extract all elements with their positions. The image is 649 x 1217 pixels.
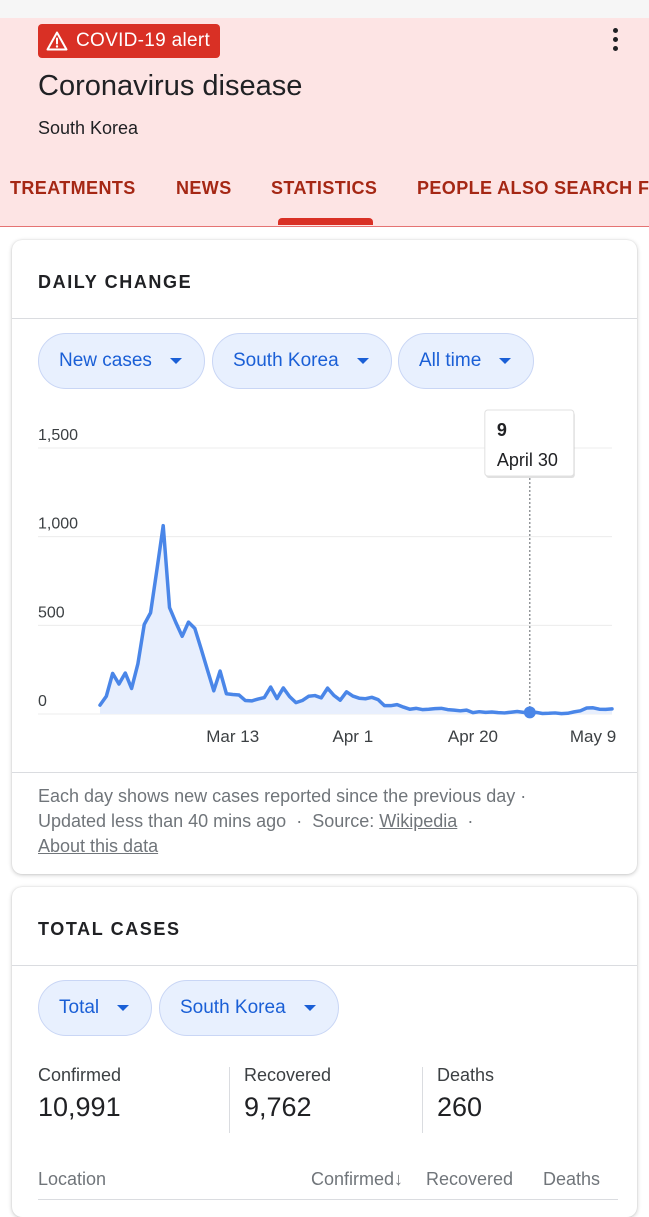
range-dropdown[interactable]: All time	[398, 333, 535, 389]
caret-down-icon	[303, 1005, 316, 1011]
column-header-deaths[interactable]: Deaths	[543, 1169, 600, 1190]
divider	[12, 318, 637, 319]
total-cases-card: TOTAL CASES Total South Korea Confirmed …	[12, 887, 637, 1217]
stat-recovered: Recovered 9,762	[244, 1065, 331, 1123]
daily-change-chart[interactable]: 0 500 1,000 1,500 Mar 13 Apr 1 Apr 20 May 9 9 Apr…	[12, 400, 637, 770]
location-dropdown[interactable]: South Korea	[212, 333, 392, 389]
separator-dot: ·	[291, 811, 308, 831]
stat-separator	[422, 1067, 423, 1133]
caret-down-icon	[356, 358, 369, 364]
page-title: Coronavirus disease	[38, 70, 303, 102]
source-label: Source:	[312, 811, 375, 831]
tab-news[interactable]: NEWS	[176, 178, 232, 199]
caret-down-icon	[117, 1005, 130, 1011]
series-area-fill	[100, 525, 612, 714]
stat-value: 260	[437, 1092, 483, 1122]
warning-icon	[46, 31, 68, 51]
updated-text: Updated less than 40 mins ago	[38, 811, 287, 831]
divider	[12, 772, 637, 773]
column-header-confirmed[interactable]: Confirmed↓	[311, 1169, 403, 1190]
stat-label: Recovered	[244, 1065, 332, 1085]
x-tick-label: May 9	[570, 727, 616, 746]
metric-dropdown[interactable]: New cases	[38, 333, 205, 389]
stat-label: Deaths	[437, 1065, 495, 1085]
y-tick-label: 0	[38, 693, 47, 710]
alert-label: COVID-19 alert	[76, 30, 211, 51]
total-metric-dropdown[interactable]: Total	[38, 980, 153, 1036]
chart-footnote: Each day shows new cases reported since …	[38, 784, 618, 859]
highlight-point	[523, 706, 536, 719]
wikipedia-link[interactable]: Wikipedia	[379, 811, 457, 831]
stat-confirmed: Confirmed 10,991	[38, 1065, 121, 1123]
daily-change-title: DAILY CHANGE	[38, 272, 193, 292]
tab-statistics[interactable]: STATISTICS	[271, 178, 377, 199]
stat-separator	[229, 1067, 230, 1133]
covid-alert-badge[interactable]: COVID-19 alert	[38, 24, 221, 58]
total-metric-label: Total	[59, 997, 100, 1018]
location-dropdown-label: South Korea	[233, 350, 339, 371]
status-strip	[0, 0, 649, 19]
active-tab-indicator	[278, 218, 373, 225]
y-tick-label: 1,000	[38, 516, 78, 533]
column-header-recovered[interactable]: Recovered	[426, 1169, 513, 1190]
column-header-location[interactable]: Location	[38, 1169, 106, 1190]
y-tick-label: 1,500	[38, 427, 78, 444]
tooltip-date: April 30	[497, 450, 558, 470]
stat-value: 9,762	[244, 1092, 312, 1122]
column-header-label: Confirmed	[311, 1169, 395, 1189]
divider	[12, 965, 637, 966]
x-tick-label: Apr 1	[333, 727, 374, 746]
y-tick-label: 500	[38, 604, 65, 621]
x-tick-label: Apr 20	[448, 727, 498, 746]
metric-dropdown-label: New cases	[59, 350, 152, 371]
stat-deaths: Deaths 260	[437, 1065, 494, 1123]
page-subtitle: South Korea	[38, 118, 139, 138]
total-location-label: South Korea	[180, 997, 286, 1018]
total-cases-title: TOTAL CASES	[38, 919, 181, 939]
covid-header: COVID-19 alert Coronavirus disease South…	[0, 18, 649, 227]
more-options-icon[interactable]	[604, 24, 626, 54]
footnote-description: Each day shows new cases reported since …	[38, 786, 527, 806]
stat-label: Confirmed	[38, 1065, 122, 1085]
stat-value: 10,991	[38, 1092, 121, 1122]
range-dropdown-label: All time	[419, 350, 482, 371]
total-location-dropdown[interactable]: South Korea	[159, 980, 339, 1036]
x-tick-label: Mar 13	[206, 727, 259, 746]
daily-change-card: DAILY CHANGE New cases South Korea All t…	[12, 240, 637, 874]
tab-treatments[interactable]: TREATMENTS	[10, 178, 136, 199]
sort-arrow-down-icon: ↓	[394, 1169, 404, 1189]
tooltip-value: 9	[497, 420, 507, 440]
about-data-link[interactable]: About this data	[38, 836, 158, 856]
caret-down-icon	[499, 358, 512, 364]
caret-down-icon	[169, 358, 182, 364]
separator-dot: ·	[462, 811, 474, 831]
footnote-meta: Updated less than 40 mins ago · Source: …	[38, 809, 618, 834]
tab-people-also-search[interactable]: PEOPLE ALSO SEARCH F	[417, 178, 649, 199]
